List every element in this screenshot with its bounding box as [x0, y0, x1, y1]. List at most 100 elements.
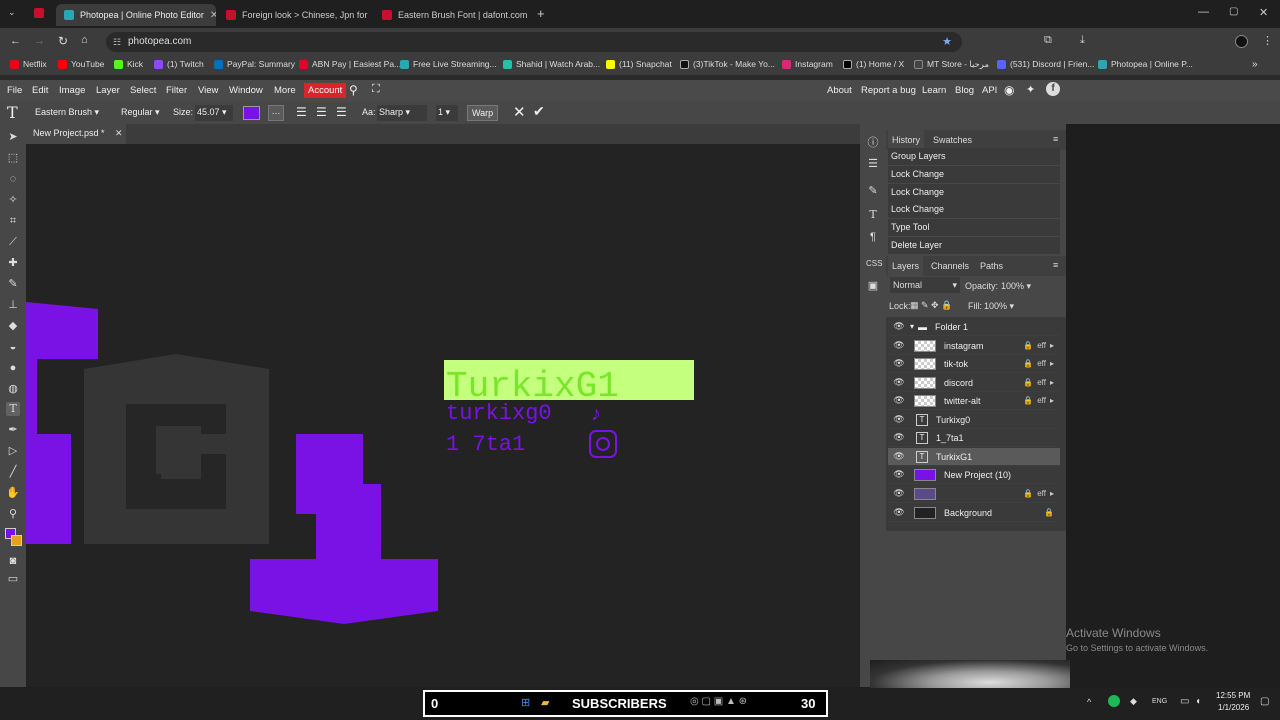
tray-icon[interactable]: ◆	[1130, 696, 1137, 707]
layer-tik-tok[interactable]: 👁 tik-tok 🔒 eff ▸	[888, 355, 1060, 373]
reload-icon[interactable]: ↻	[58, 34, 68, 48]
volume-icon[interactable]: ◖	[1195, 696, 1201, 707]
menu-window[interactable]: Window	[229, 85, 263, 96]
bookmark-kick[interactable]: Kick	[114, 59, 143, 69]
layer-1-7ta1[interactable]: 👁 T 1_7ta1	[888, 429, 1060, 447]
maximize-button[interactable]: ▢	[1229, 6, 1238, 17]
menu-more[interactable]: More	[274, 85, 296, 96]
tab-search-icon[interactable]: ⌄	[8, 7, 22, 21]
panel-menu-icon[interactable]: ≡	[1053, 260, 1058, 270]
menu-edit[interactable]: Edit	[32, 85, 48, 96]
start-icon[interactable]: ⊞	[521, 696, 530, 709]
lasso-tool-icon[interactable]: ◌	[6, 172, 20, 186]
hand-tool-icon[interactable]: ✋	[6, 486, 20, 500]
history-item[interactable]: Delete Layer	[888, 237, 1060, 254]
twitter-icon[interactable]: ✦	[1026, 83, 1035, 96]
close-tab-icon[interactable]: ✕	[210, 10, 216, 21]
bookmark-mt-store[interactable]: MT Store - مرحبا	[914, 59, 989, 70]
close-window-button[interactable]: ✕	[1259, 6, 1268, 19]
visibility-eye-icon[interactable]: 👁	[892, 432, 906, 443]
blend-mode-select[interactable]: Normal ▾	[890, 277, 960, 293]
dodge-tool-icon[interactable]: ◍	[6, 382, 20, 396]
menu-api[interactable]: API	[982, 85, 997, 96]
eyedropper-icon[interactable]: ⟋	[6, 235, 20, 249]
layer-background[interactable]: 👁 Background 🔒	[888, 504, 1060, 522]
tab-channels[interactable]: Channels	[931, 261, 969, 271]
menu-about[interactable]: About	[827, 85, 852, 96]
forward-icon[interactable]: →	[34, 35, 45, 47]
antialias-select[interactable]: Sharp ▾	[377, 105, 427, 121]
back-icon[interactable]: ←	[10, 35, 21, 47]
expand-effects-icon[interactable]: ▸	[1050, 359, 1054, 368]
expand-effects-icon[interactable]: ▸	[1050, 341, 1054, 350]
line-tool-icon[interactable]: ╱	[6, 465, 20, 479]
background-color-swatch[interactable]	[11, 535, 22, 546]
tab-layers[interactable]: Layers	[888, 256, 924, 276]
menu-filter[interactable]: Filter	[166, 85, 187, 96]
notifications-icon[interactable]: ▢	[1260, 696, 1269, 707]
tab-swatches[interactable]: Swatches	[933, 135, 972, 145]
font-select[interactable]: Eastern Brush ▾	[35, 107, 99, 118]
minimize-button[interactable]: —	[1198, 6, 1209, 18]
new-tab-button[interactable]: +	[537, 6, 545, 21]
extensions-icon[interactable]: ⧉	[1044, 34, 1052, 47]
download-icon[interactable]: ⤓	[1080, 34, 1085, 47]
visibility-eye-icon[interactable]: 👁	[892, 321, 906, 332]
menu-select[interactable]: Select	[130, 85, 156, 96]
clock-date[interactable]: 1/1/2026	[1218, 703, 1249, 712]
move-tool-icon[interactable]: ➤	[6, 130, 20, 144]
browser-tab-foreign-look[interactable]: Foreign look > Chinese, Jpn for ✕	[218, 4, 370, 26]
menu-image[interactable]: Image	[59, 85, 85, 96]
pinned-tab-icon[interactable]	[34, 8, 44, 18]
warp-button[interactable]: Warp	[467, 105, 499, 121]
size-input[interactable]: 45.07 ▾	[195, 105, 233, 121]
fill-input[interactable]: 100% ▾	[984, 301, 1014, 312]
app-icons[interactable]: ◎ ▢ ▣ ▲ ⊛	[690, 696, 747, 707]
browser-menu-icon[interactable]: ⋮	[1262, 34, 1273, 47]
bookmark-tiktok[interactable]: (3)TikTok - Make Yo...	[680, 59, 775, 69]
font-style-select[interactable]: Regular ▾	[121, 107, 160, 118]
bookmark-youtube[interactable]: YouTube	[58, 59, 104, 69]
site-info-icon[interactable]: ☷	[113, 32, 121, 52]
bookmark-discord[interactable]: (531) Discord | Frien...	[997, 59, 1094, 69]
facebook-icon[interactable]: f	[1046, 82, 1060, 96]
browser-tab-dafont[interactable]: Eastern Brush Font | dafont.com ✕	[374, 4, 532, 26]
tab-history[interactable]: History	[888, 130, 925, 150]
bookmark-photopea[interactable]: Photopea | Online P...	[1098, 59, 1193, 69]
crop-tool-icon[interactable]: ⌗	[6, 214, 20, 228]
layer-discord[interactable]: 👁 discord 🔒 eff ▸	[888, 374, 1060, 392]
network-icon[interactable]: ▭	[1180, 696, 1189, 707]
brush-tool-icon[interactable]: ✎	[6, 277, 20, 291]
marquee-tool-icon[interactable]: ⬚	[6, 151, 20, 165]
visibility-eye-icon[interactable]: 👁	[892, 395, 906, 406]
clock-time[interactable]: 12:55 PM	[1216, 691, 1250, 700]
spotify-icon[interactable]	[1108, 695, 1120, 707]
zoom-tool-icon[interactable]: ⚲	[6, 507, 20, 521]
visibility-eye-icon[interactable]: 👁	[892, 451, 906, 462]
bookmark-instagram[interactable]: Instagram	[782, 59, 833, 69]
panel-menu-icon[interactable]: ≡	[1053, 134, 1058, 144]
account-button[interactable]: Account	[304, 83, 347, 98]
menu-layer[interactable]: Layer	[96, 85, 120, 96]
menu-view[interactable]: View	[198, 85, 218, 96]
canvas-workspace[interactable]: TurkixG1 turkixg0 1 7ta1 ♪	[26, 144, 860, 687]
paint-bucket-icon[interactable]: ◒	[6, 340, 20, 354]
expand-effects-icon[interactable]: ▸	[1050, 396, 1054, 405]
layer-turkixg1-selected[interactable]: 👁 T TurkixG1	[888, 448, 1060, 466]
paragraph-panel-icon[interactable]: ¶	[866, 230, 880, 244]
effects-badge[interactable]: eff	[1037, 396, 1046, 405]
menu-report-bug[interactable]: Report a bug	[861, 85, 916, 96]
character-panel-icon[interactable]: T	[866, 208, 880, 222]
path-select-icon[interactable]: ▷	[6, 444, 20, 458]
opacity-input[interactable]: 100% ▾	[1001, 281, 1031, 292]
document-tab[interactable]: New Project.psd *	[26, 124, 126, 144]
profile-avatar[interactable]	[1235, 35, 1248, 48]
magic-wand-icon[interactable]: ✧	[6, 193, 20, 207]
expand-effects-icon[interactable]: ▸	[1050, 378, 1054, 387]
visibility-eye-icon[interactable]: 👁	[892, 358, 906, 369]
layer-turkixg0[interactable]: 👁 T Turkixg0	[888, 411, 1060, 429]
lock-icons[interactable]: ▦ ✎ ✥ 🔒	[910, 300, 952, 311]
bookmark-snapchat[interactable]: (11) Snapchat	[606, 59, 672, 69]
type-tool-icon[interactable]: T	[7, 103, 18, 122]
layer-unnamed[interactable]: 👁 🔒 eff ▸	[888, 485, 1060, 503]
